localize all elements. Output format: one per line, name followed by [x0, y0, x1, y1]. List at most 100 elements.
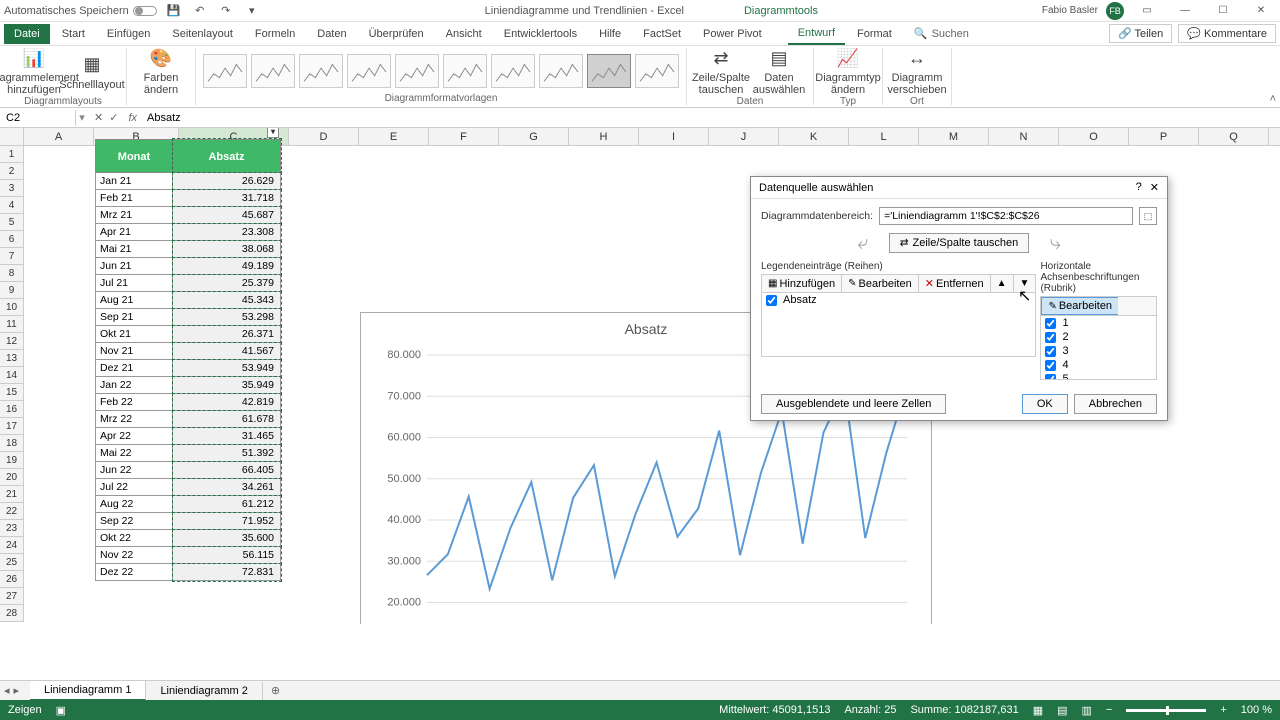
row-header-5[interactable]: 5 — [0, 214, 24, 231]
sheet-nav-prev-icon[interactable]: ◂ — [4, 684, 10, 697]
cell-absatz[interactable]: 35.949 — [173, 377, 281, 394]
zoom-level[interactable]: 100 % — [1241, 704, 1272, 716]
row-header-23[interactable]: 23 — [0, 520, 24, 537]
row-header-6[interactable]: 6 — [0, 231, 24, 248]
cell-absatz[interactable]: 26.371 — [173, 326, 281, 343]
cell-absatz[interactable]: 38.068 — [173, 241, 281, 258]
hidden-cells-button[interactable]: Ausgeblendete und leere Zellen — [761, 394, 946, 414]
col-header-H[interactable]: H — [569, 128, 639, 145]
row-header-13[interactable]: 13 — [0, 350, 24, 367]
chart-style-7[interactable] — [491, 54, 535, 88]
dialog-help-icon[interactable]: ? — [1136, 181, 1142, 194]
col-header-P[interactable]: P — [1129, 128, 1199, 145]
row-header-21[interactable]: 21 — [0, 486, 24, 503]
switch-row-col-button[interactable]: ⇄Zeile/Spalte tauschen — [693, 48, 749, 96]
tab-ueberpruefen[interactable]: Überprüfen — [359, 24, 434, 44]
enter-formula-icon[interactable]: ✓ — [109, 111, 118, 124]
cell-monat[interactable]: Sep 22 — [95, 513, 173, 530]
cell-absatz[interactable]: 31.718 — [173, 190, 281, 207]
change-colors-button[interactable]: 🎨Farben ändern — [133, 48, 189, 96]
cell-monat[interactable]: Aug 22 — [95, 496, 173, 513]
collapse-range-icon[interactable]: ⬚ — [1139, 207, 1157, 225]
cell-monat[interactable]: Feb 21 — [95, 190, 173, 207]
chart-style-8[interactable] — [539, 54, 583, 88]
zoom-in-icon[interactable]: + — [1220, 704, 1226, 716]
tab-formeln[interactable]: Formeln — [245, 24, 305, 44]
chart-style-2[interactable] — [251, 54, 295, 88]
cancel-button[interactable]: Abbrechen — [1074, 394, 1157, 414]
row-header-25[interactable]: 25 — [0, 554, 24, 571]
redo-icon[interactable]: ↷ — [217, 2, 235, 20]
row-header-12[interactable]: 12 — [0, 333, 24, 350]
cell-monat[interactable]: Feb 22 — [95, 394, 173, 411]
chart-data-range-input[interactable] — [879, 207, 1133, 225]
add-sheet-button[interactable]: ⊕ — [263, 681, 288, 700]
cell-absatz[interactable]: 35.600 — [173, 530, 281, 547]
cell-monat[interactable]: Nov 22 — [95, 547, 173, 564]
cancel-formula-icon[interactable]: ✕ — [94, 111, 103, 124]
cell-monat[interactable]: Apr 21 — [95, 224, 173, 241]
fx-icon[interactable]: fx — [124, 112, 141, 124]
cell-absatz[interactable]: 41.567 — [173, 343, 281, 360]
row-header-19[interactable]: 19 — [0, 452, 24, 469]
cell-absatz[interactable]: 42.819 — [173, 394, 281, 411]
cell-monat[interactable]: Jan 21 — [95, 173, 173, 190]
col-header-I[interactable]: I — [639, 128, 709, 145]
comments-button[interactable]: 💬 Kommentare — [1178, 24, 1276, 43]
sheet-tab-2[interactable]: Liniendiagramm 2 — [146, 682, 262, 700]
row-header-27[interactable]: 27 — [0, 588, 24, 605]
zoom-slider[interactable] — [1126, 709, 1206, 712]
cell-absatz[interactable]: 26.629 — [173, 173, 281, 190]
cell-absatz[interactable]: 45.687 — [173, 207, 281, 224]
legend-item-label[interactable]: Absatz — [783, 294, 817, 306]
tab-entwicklertools[interactable]: Entwicklertools — [494, 24, 587, 44]
view-normal-icon[interactable]: ▦ — [1033, 704, 1043, 717]
tab-format[interactable]: Format — [847, 24, 902, 44]
axis-item-label[interactable]: 4 — [1062, 359, 1068, 371]
cell-absatz[interactable]: 23.308 — [173, 224, 281, 241]
axis-item-label[interactable]: 2 — [1062, 331, 1068, 343]
tab-datei[interactable]: Datei — [4, 24, 50, 44]
add-series-button[interactable]: ▦ Hinzufügen — [762, 275, 842, 292]
tab-seitenlayout[interactable]: Seitenlayout — [162, 24, 243, 44]
header-monat[interactable]: Monat▾ — [95, 139, 173, 173]
sheet-tab-1[interactable]: Liniendiagramm 1 — [30, 681, 146, 701]
row-header-17[interactable]: 17 — [0, 418, 24, 435]
cell-monat[interactable]: Mai 21 — [95, 241, 173, 258]
chart-style-1[interactable] — [203, 54, 247, 88]
cell-monat[interactable]: Mrz 22 — [95, 411, 173, 428]
remove-series-button[interactable]: ✕ Entfernen — [919, 275, 991, 292]
col-header-O[interactable]: O — [1059, 128, 1129, 145]
legend-checkbox[interactable] — [766, 295, 777, 306]
cell-absatz[interactable]: 49.189 — [173, 258, 281, 275]
col-header-K[interactable]: K — [779, 128, 849, 145]
move-up-button[interactable]: ▲ — [991, 275, 1014, 292]
row-header-16[interactable]: 16 — [0, 401, 24, 418]
cell-absatz[interactable]: 56.115 — [173, 547, 281, 564]
select-all-corner[interactable] — [0, 128, 24, 145]
cell-monat[interactable]: Sep 21 — [95, 309, 173, 326]
cell-absatz[interactable]: 45.343 — [173, 292, 281, 309]
cell-monat[interactable]: Jan 22 — [95, 377, 173, 394]
row-header-26[interactable]: 26 — [0, 571, 24, 588]
tab-factset[interactable]: FactSet — [633, 24, 691, 44]
header-absatz[interactable]: Absatz▾ — [173, 139, 281, 173]
cell-monat[interactable]: Mrz 21 — [95, 207, 173, 224]
share-button[interactable]: 🔗 Teilen — [1109, 24, 1172, 43]
cell-absatz[interactable]: 71.952 — [173, 513, 281, 530]
cell-absatz[interactable]: 53.949 — [173, 360, 281, 377]
ribbon-display-icon[interactable]: ▭ — [1132, 1, 1162, 21]
col-header-E[interactable]: E — [359, 128, 429, 145]
cell-monat[interactable]: Jun 22 — [95, 462, 173, 479]
zoom-out-icon[interactable]: − — [1106, 704, 1112, 716]
minimize-icon[interactable]: — — [1170, 1, 1200, 21]
edit-axis-button[interactable]: ✎ Bearbeiten — [1041, 297, 1118, 315]
cell-monat[interactable]: Nov 21 — [95, 343, 173, 360]
row-header-18[interactable]: 18 — [0, 435, 24, 452]
axis-checkbox[interactable] — [1045, 318, 1056, 329]
move-down-button[interactable]: ▼ — [1014, 275, 1036, 292]
col-header-J[interactable]: J — [709, 128, 779, 145]
cell-monat[interactable]: Jul 21 — [95, 275, 173, 292]
cell-absatz[interactable]: 66.405 — [173, 462, 281, 479]
namebox-dropdown-icon[interactable]: ▾ — [76, 111, 88, 124]
